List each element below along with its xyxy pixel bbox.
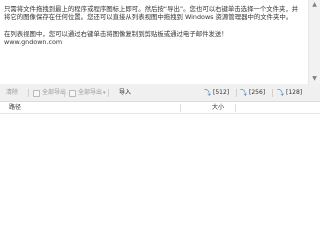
export-size-512-button[interactable]: ⤵ [512] (204, 88, 229, 98)
export-all-button[interactable]: 全部导出 (33, 88, 66, 98)
size-256-label: [256] (249, 89, 266, 96)
column-divider[interactable] (180, 104, 181, 112)
export-icon (69, 89, 76, 97)
instructions-paragraph-2: 在列表视图中，您可以通过右键单击将图像复制到剪贴板或通过电子邮件发送！ (4, 29, 228, 38)
export-all-label: 全部导出 (42, 89, 67, 96)
toolbar-divider (28, 89, 29, 97)
size-export-icon: ⤵ (204, 89, 211, 97)
list-header: 路径 大小 (0, 102, 320, 114)
column-header-path[interactable]: 路径 (9, 102, 21, 114)
import-button[interactable]: 导入 (119, 88, 131, 98)
vertical-scrollbar[interactable]: ▲ ▼ (308, 0, 320, 84)
chevron-down-icon: ▾ (103, 90, 106, 96)
export-size-128-button[interactable]: ⤵ [128] (277, 88, 302, 98)
clear-button[interactable]: 清除 (6, 88, 18, 98)
instructions-paragraph-1: 只需将文件拖拽到最上的程序或程序图标上即可。然后按“导出”。您也可以右键单击选择… (4, 5, 299, 22)
website-text: www.gndown.com (4, 38, 63, 47)
file-list-view[interactable]: 路径 大小 (0, 101, 320, 200)
size-export-icon: ⤵ (240, 89, 247, 97)
size-128-label: [128] (286, 89, 303, 96)
toolbar-divider (64, 89, 65, 97)
toolbar-divider (272, 89, 273, 97)
scroll-up-arrow-icon[interactable]: ▲ (309, 0, 320, 10)
import-label: 导入 (119, 89, 132, 96)
export-icon (33, 89, 40, 97)
size-export-icon: ⤵ (277, 89, 284, 97)
column-header-size[interactable]: 大小 (212, 102, 224, 114)
instructions-text-area[interactable]: 只需将文件拖拽到最上的程序或程序图标上即可。然后按“导出”。您也可以右键单击选择… (0, 0, 308, 84)
export-all-dropdown-button[interactable]: 全部导出 ▾ (69, 88, 106, 98)
export-all-dropdown-label: 全部导出 (78, 89, 103, 96)
toolbar-divider (236, 89, 237, 97)
scroll-down-arrow-icon[interactable]: ▼ (309, 74, 320, 84)
size-512-label: [512] (213, 89, 230, 96)
icon-extractor-window: 只需将文件拖拽到最上的程序或程序图标上即可。然后按“导出”。您也可以右键单击选择… (0, 0, 320, 200)
clear-label: 清除 (6, 89, 19, 96)
export-size-256-button[interactable]: ⤵ [256] (240, 88, 265, 98)
toolbar-divider (108, 89, 109, 97)
column-divider[interactable] (235, 104, 236, 112)
toolbar: 清除 全部导出 全部导出 ▾ 导入 ⤵ [512] ⤵ [256] ⤵ [128… (0, 86, 320, 100)
